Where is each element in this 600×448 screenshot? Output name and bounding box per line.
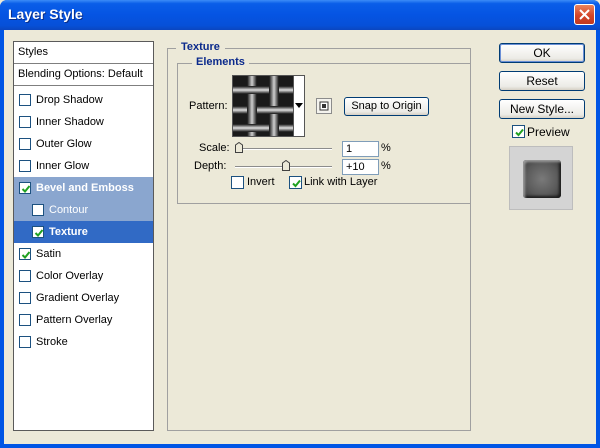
sidebar-item-outer-glow[interactable]: Outer Glow [14,133,153,155]
sidebar-item-label: Stroke [36,336,68,348]
scale-slider-track[interactable] [235,148,332,150]
sidebar-item-drop-shadow[interactable]: Drop Shadow [14,89,153,111]
sidebar-item-label: Texture [49,226,88,238]
gradient-overlay-checkbox[interactable] [19,292,31,304]
ok-button[interactable]: OK [499,43,585,63]
scale-label: Scale: [199,142,230,154]
sidebar-item-label: Satin [36,248,62,260]
contour-checkbox[interactable] [32,204,44,216]
pattern-picker[interactable] [232,75,294,137]
sidebar-item-label: Contour [49,204,89,216]
inner-shadow-checkbox[interactable] [19,116,31,128]
stroke-checkbox[interactable] [19,336,31,348]
styles-list: Styles Blending Options: Default Drop Sh… [13,41,154,431]
scale-input[interactable]: 1 [342,141,379,157]
outer-glow-checkbox[interactable] [19,138,31,150]
depth-label: Depth: [194,160,227,172]
checkmark-icon [34,229,44,237]
depth-unit: % [381,160,391,172]
sidebar-item-inner-glow[interactable]: Inner Glow [14,155,153,177]
preview-swatch [523,160,561,198]
new-preset-button[interactable] [316,98,332,114]
checkmark-icon [515,128,524,137]
satin-checkbox[interactable] [19,248,31,260]
checkmark-icon [21,185,31,193]
depth-input[interactable]: +10 [342,159,379,175]
reset-label: Reset [526,74,558,88]
sidebar-item-stroke[interactable]: Stroke [14,331,153,353]
link-with-layer-label[interactable]: Link with Layer [304,176,377,188]
ok-label: OK [533,46,551,60]
dropdown-arrow-icon [295,103,303,108]
sidebar-item-label: Color Overlay [36,270,104,282]
sidebar-item-label: Inner Glow [36,160,90,172]
new-preset-icon [319,101,329,111]
texture-checkbox[interactable] [32,226,44,238]
inner-glow-checkbox[interactable] [19,160,31,172]
sidebar-item-satin[interactable]: Satin [14,243,153,265]
sidebar-item-color-overlay[interactable]: Color Overlay [14,265,153,287]
sidebar-item-label: Bevel and Emboss [36,182,134,194]
style-preview [509,146,573,210]
title-bar[interactable]: Layer Style [0,0,600,30]
preview-label[interactable]: Preview [527,125,570,139]
sidebar-item-label: Gradient Overlay [36,292,120,304]
preview-checkbox[interactable] [512,125,525,138]
checkmark-icon [21,251,31,259]
color-overlay-checkbox[interactable] [19,270,31,282]
sidebar-item-inner-shadow[interactable]: Inner Shadow [14,111,153,133]
snap-to-origin-label: Snap to Origin [351,100,422,112]
new-style-button[interactable]: New Style... [499,99,585,119]
pattern-overlay-checkbox[interactable] [19,314,31,326]
sidebar-item-label: Inner Shadow [36,116,104,128]
blending-options-item[interactable]: Blending Options: Default [14,64,153,86]
pattern-dropdown-button[interactable] [294,75,305,137]
sidebar-item-pattern-overlay[interactable]: Pattern Overlay [14,309,153,331]
sidebar-item-bevel-and-emboss[interactable]: Bevel and Emboss [14,177,153,199]
close-button[interactable] [574,4,595,25]
dialog-body: Styles Blending Options: Default Drop Sh… [4,30,596,444]
scale-unit: % [381,142,391,154]
snap-to-origin-button[interactable]: Snap to Origin [344,97,429,116]
invert-checkbox[interactable] [231,176,244,189]
drop-shadow-checkbox[interactable] [19,94,31,106]
invert-label[interactable]: Invert [247,176,275,188]
link-with-layer-checkbox[interactable] [289,176,302,189]
checkmark-icon [292,179,301,188]
scale-slider-thumb[interactable] [235,142,243,153]
bevel-and-emboss-checkbox[interactable] [19,182,31,194]
pattern-label: Pattern: [189,100,228,112]
styles-header[interactable]: Styles [14,42,153,64]
sidebar-item-gradient-overlay[interactable]: Gradient Overlay [14,287,153,309]
sidebar-item-contour[interactable]: Contour [14,199,153,221]
sidebar-item-texture[interactable]: Texture [14,221,153,243]
sidebar-item-label: Drop Shadow [36,94,103,106]
new-style-label: New Style... [509,102,575,116]
elements-group-title: Elements [192,56,249,68]
reset-button[interactable]: Reset [499,71,585,91]
sidebar-item-label: Outer Glow [36,138,92,150]
layer-style-window: Layer Style Styles Blending Options: Def… [0,0,600,448]
texture-group-title: Texture [176,41,225,53]
sidebar-item-label: Pattern Overlay [36,314,113,326]
window-title: Layer Style [8,6,83,22]
close-icon [579,9,590,20]
pattern-thumbnail [233,76,293,136]
depth-slider-thumb[interactable] [282,160,291,171]
